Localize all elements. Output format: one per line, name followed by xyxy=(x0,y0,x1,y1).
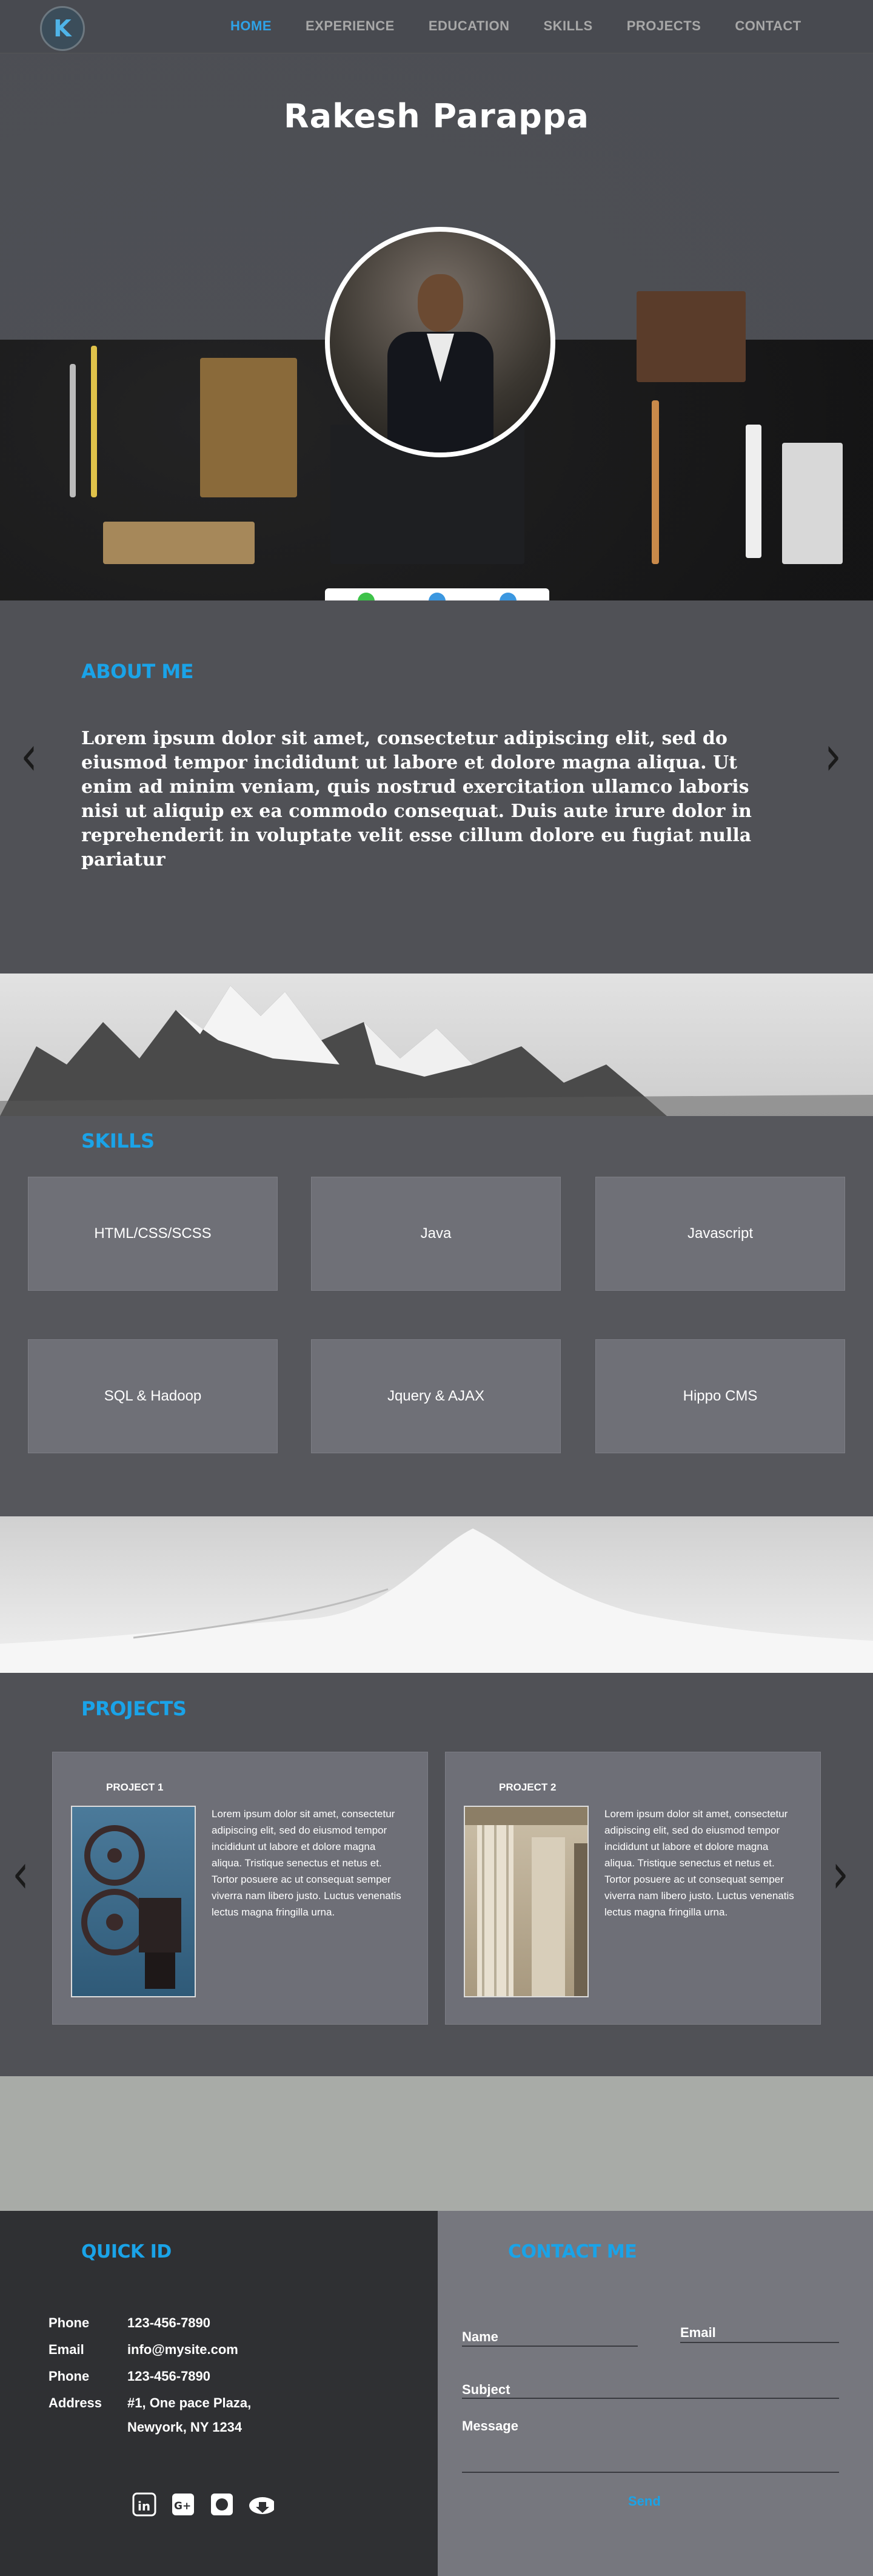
info-row-phone-2: Phone 123-456-7890 xyxy=(48,2369,210,2384)
nav-item-contact[interactable]: CONTACT xyxy=(735,18,801,34)
nav-item-home[interactable]: HOME xyxy=(230,18,272,34)
logo-letter: K xyxy=(53,15,72,42)
info-row-address-2: Newyork, NY 1234 xyxy=(48,2420,242,2435)
contact-section: CONTACT ME Name Email Subject Message Se… xyxy=(438,2211,873,2576)
send-button[interactable]: Send xyxy=(628,2494,661,2509)
nav-item-education[interactable]: EDUCATION xyxy=(429,18,510,34)
info-key: Phone xyxy=(48,2369,90,2384)
hero-section: K HOME EXPERIENCE EDUCATION SKILLS PROJE… xyxy=(0,0,873,600)
info-key: Address xyxy=(48,2395,102,2410)
message-field[interactable] xyxy=(462,2436,839,2473)
film-projector-illustration xyxy=(81,1825,181,1989)
linkedin-icon[interactable]: in xyxy=(131,2491,158,2518)
hero-desk-notebook xyxy=(200,358,297,497)
email-field[interactable] xyxy=(680,2322,839,2343)
project-description: Lorem ipsum dolor sit amet, consectetur … xyxy=(212,1808,401,1918)
snow-slope-image xyxy=(0,1528,873,1673)
project-card-1[interactable]: PROJECT 1 Lorem ipsum dolor sit amet, co… xyxy=(52,1752,428,2025)
about-prev-arrow-icon[interactable]: ‹ xyxy=(21,724,38,789)
skills-title: SKILLS xyxy=(81,1129,155,1152)
info-value: Newyork, NY 1234 xyxy=(127,2420,242,2435)
quick-id-title: QUICK ID xyxy=(81,2241,172,2262)
quick-id-section: QUICK ID Phone 123-456-7890 Email info@mys… xyxy=(0,2211,438,2576)
skill-card-html[interactable]: HTML/CSS/SCSS xyxy=(28,1177,278,1291)
google-plus-icon[interactable]: G+ xyxy=(170,2491,196,2518)
nav-item-experience[interactable]: EXPERIENCE xyxy=(306,18,395,34)
project-card-2[interactable]: PROJECT 2 Lorem ipsum dolor sit amet, co… xyxy=(445,1752,821,2025)
about-section: ABOUT ME Lorem ipsum dolor sit amet, con… xyxy=(0,600,873,974)
project-description: Lorem ipsum dolor sit amet, consectetur … xyxy=(604,1808,794,1918)
info-row-address: Address #1, One pace Plaza, xyxy=(48,2395,251,2411)
project-image-film-projector xyxy=(71,1806,196,1997)
skill-card-javascript[interactable]: Javascript xyxy=(595,1177,845,1291)
name-field[interactable] xyxy=(462,2326,638,2347)
skills-section: SKILLS HTML/CSS/SCSS Java Javascript SQL… xyxy=(0,1116,873,1516)
project-image-greek-columns xyxy=(464,1806,589,1997)
projects-next-arrow-icon[interactable]: › xyxy=(832,1841,849,1906)
projects-section: PROJECTS PROJECT 1 Lorem ipsum dolor sit… xyxy=(0,1673,873,2076)
hero-desk-pencil-box xyxy=(103,522,255,564)
nav-menu: HOME EXPERIENCE EDUCATION SKILLS PROJECT… xyxy=(230,18,835,34)
portfolio-page: K HOME EXPERIENCE EDUCATION SKILLS PROJE… xyxy=(0,0,873,2576)
about-title: ABOUT ME xyxy=(81,660,194,683)
hero-desk-pencil-4 xyxy=(746,425,761,558)
nav-item-projects[interactable]: PROJECTS xyxy=(627,18,701,34)
nav-item-skills[interactable]: SKILLS xyxy=(543,18,592,34)
skill-card-hippo[interactable]: Hippo CMS xyxy=(595,1339,845,1453)
mountain-banner-2 xyxy=(0,1516,873,1673)
hero-desk-pencil-3 xyxy=(652,400,659,564)
about-text: Lorem ipsum dolor sit amet, consectetur … xyxy=(81,728,752,870)
skill-card-java[interactable]: Java xyxy=(311,1177,561,1291)
logo[interactable]: K xyxy=(40,6,85,51)
svg-text:in: in xyxy=(138,2499,150,2514)
info-key: Phone xyxy=(48,2315,90,2330)
project-title: PROJECT 1 xyxy=(106,1781,164,1793)
hero-name: Rakesh Parappa xyxy=(284,97,589,135)
info-row-phone: Phone 123-456-7890 xyxy=(48,2315,210,2331)
hero-desk-box xyxy=(782,443,843,564)
project-title: PROJECT 2 xyxy=(499,1781,557,1793)
spacer-band xyxy=(0,2076,873,2211)
contact-title: CONTACT ME xyxy=(508,2241,637,2262)
greek-columns-illustration xyxy=(465,1807,587,1996)
top-navbar: K HOME EXPERIENCE EDUCATION SKILLS PROJE… xyxy=(0,0,873,53)
info-value: #1, One pace Plaza, xyxy=(127,2395,252,2410)
hero-desk-pencil-1 xyxy=(70,364,76,497)
message-label: Message xyxy=(462,2418,518,2433)
info-key: Email xyxy=(48,2342,84,2357)
about-next-arrow-icon[interactable]: › xyxy=(824,724,841,789)
svg-text:G+: G+ xyxy=(174,2500,191,2512)
mountain-peaks-image xyxy=(0,986,873,1116)
github-icon[interactable] xyxy=(209,2491,235,2518)
hero-desk-pencil-2 xyxy=(91,346,97,497)
projects-prev-arrow-icon[interactable]: ‹ xyxy=(12,1841,29,1906)
profile-avatar xyxy=(325,227,555,457)
subject-field[interactable] xyxy=(462,2378,839,2399)
skill-card-sql[interactable]: SQL & Hadoop xyxy=(28,1339,278,1453)
info-value[interactable]: info@mysite.com xyxy=(127,2342,238,2357)
download-cloud-icon[interactable] xyxy=(247,2491,274,2518)
info-row-email: Email info@mysite.com xyxy=(48,2342,238,2358)
mountain-banner-1 xyxy=(0,974,873,1116)
info-value: 123-456-7890 xyxy=(127,2315,211,2330)
skill-card-jquery[interactable]: Jquery & AJAX xyxy=(311,1339,561,1453)
projects-title: PROJECTS xyxy=(81,1697,187,1720)
avatar-head-shape xyxy=(418,274,463,332)
info-value: 123-456-7890 xyxy=(127,2369,211,2384)
hero-desk-wallet xyxy=(637,291,746,382)
